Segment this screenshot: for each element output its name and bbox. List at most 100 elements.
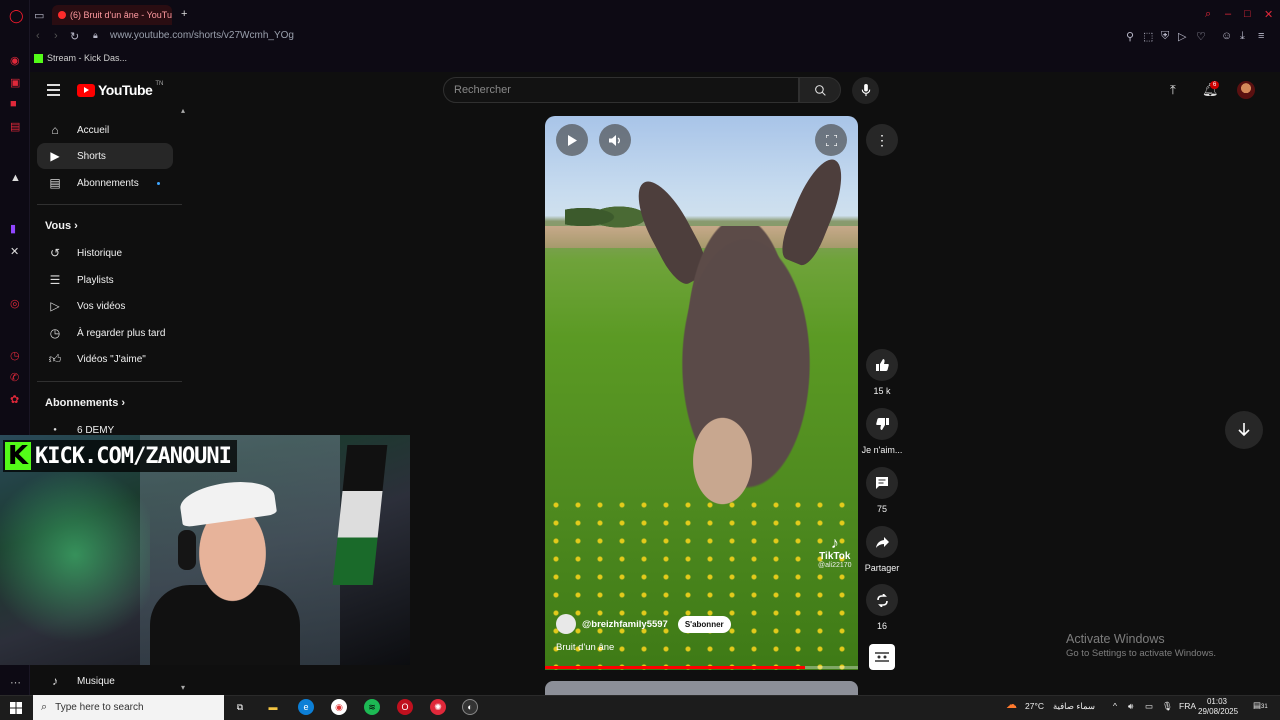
sidebar-item-label: Vidéos "J'aime": [77, 353, 146, 365]
close-icon[interactable]: ✕: [1264, 8, 1273, 21]
start-button[interactable]: [0, 695, 32, 720]
tiktok-watermark: ♪ TikTok @ali22170: [818, 535, 852, 570]
subscribe-button[interactable]: S'abonner: [677, 615, 731, 633]
app-icon[interactable]: ✺: [430, 699, 446, 715]
remix-icon: [876, 593, 888, 607]
sidebar-item-abonnements[interactable]: ▤ Abonnements: [37, 170, 173, 196]
minimize-icon[interactable]: –: [1225, 8, 1231, 20]
edge-icon[interactable]: e: [298, 699, 314, 715]
reload-icon[interactable]: ↻: [70, 30, 79, 43]
settings-icon[interactable]: ✿: [10, 393, 19, 406]
pin-icon[interactable]: ⚲: [1126, 30, 1134, 43]
sidebar-item-playlists[interactable]: ☰ Playlists: [37, 267, 173, 293]
twitch-icon[interactable]: ▮: [10, 222, 16, 235]
browser-tab[interactable]: (6) Bruit d'un âne - YouTu: [52, 5, 172, 25]
you-heading[interactable]: Vous ›: [45, 220, 78, 232]
tray-overflow-icon[interactable]: ^: [1113, 701, 1117, 711]
sidebar-item-musique[interactable]: ♪ Musique: [37, 668, 173, 694]
sidebar-app-icon[interactable]: ▣: [10, 76, 20, 89]
like-button[interactable]: [866, 349, 898, 381]
scroll-down-icon[interactable]: ▾: [181, 683, 185, 692]
search-button[interactable]: [799, 77, 841, 103]
comments-button[interactable]: [866, 467, 898, 499]
clock-time: 01:03: [1206, 697, 1228, 706]
youtube-favicon-icon: [58, 11, 66, 19]
x-icon[interactable]: ✕: [10, 245, 19, 258]
sidebar-item-watch-later[interactable]: ◷ À regarder plus tard: [37, 320, 173, 346]
avatar[interactable]: [1237, 81, 1255, 99]
play-button[interactable]: [556, 124, 588, 156]
channel-name[interactable]: @breizhfamily5597: [582, 619, 668, 630]
sidebar-item-accueil[interactable]: ⌂ Accueil: [37, 117, 173, 143]
bookmark-item[interactable]: Stream - Kick Das...: [34, 53, 127, 63]
sidebar-app-icon[interactable]: ✆: [10, 371, 19, 384]
language-indicator[interactable]: FRA: [1179, 701, 1196, 711]
speaker-icon[interactable]: 🔊︎: [1128, 701, 1133, 712]
maximize-icon[interactable]: □: [1244, 8, 1251, 20]
channel-avatar[interactable]: [556, 614, 576, 634]
sidebar-app-icon[interactable]: ◎: [10, 297, 20, 310]
task-view-icon[interactable]: ⧉: [232, 699, 248, 715]
comment-icon: [876, 477, 888, 489]
short-video-player[interactable]: [545, 116, 858, 670]
volume-button[interactable]: [599, 124, 631, 156]
sidebar-app-icon[interactable]: ▤: [10, 120, 20, 133]
progress-bar[interactable]: [545, 666, 858, 669]
chrome-icon[interactable]: ◉: [331, 699, 347, 715]
voice-search-button[interactable]: [852, 77, 879, 104]
taskbar-search-input[interactable]: ⌕ Type here to search: [33, 695, 224, 720]
subscriptions-heading[interactable]: Abonnements ›: [45, 397, 125, 409]
more-icon[interactable]: ⋯: [10, 676, 21, 689]
snapshot-icon[interactable]: ⬚: [1143, 30, 1153, 43]
heart-icon[interactable]: ♡: [1196, 30, 1206, 43]
microphone-icon[interactable]: 🎙︎: [1162, 701, 1173, 712]
network-icon[interactable]: ▭: [1145, 701, 1153, 712]
sidebar-app-icon[interactable]: ■: [10, 98, 17, 110]
search-tabs-icon[interactable]: ⌕: [1205, 8, 1211, 21]
spotify-icon[interactable]: ≋: [364, 699, 380, 715]
share-button[interactable]: [866, 526, 898, 558]
active-app-icon[interactable]: ◐: [462, 699, 478, 715]
sound-thumbnail[interactable]: [869, 644, 895, 670]
opera-gx-icon[interactable]: O: [397, 699, 413, 715]
more-options-button[interactable]: ⋮: [866, 124, 898, 156]
sidebar-item-label: Vos vidéos: [77, 300, 126, 312]
opera-logo-icon[interactable]: ◯: [9, 8, 24, 24]
new-tab-icon[interactable]: +: [181, 8, 187, 20]
history-sidebar-icon[interactable]: ◷: [10, 349, 20, 362]
sidebar-app-icon[interactable]: ▲: [10, 172, 21, 184]
mic-icon: [861, 84, 870, 97]
forward-icon[interactable]: ›: [54, 30, 58, 42]
hamburger-menu-icon[interactable]: [47, 84, 60, 96]
back-icon[interactable]: ‹: [36, 30, 40, 42]
weather-description[interactable]: سماء صافية: [1053, 701, 1095, 712]
youtube-logo[interactable]: YouTube TN: [77, 81, 163, 98]
clock[interactable]: 01:03 29/08/2025: [1198, 697, 1238, 717]
sidebar-item-liked-videos[interactable]: 👍︎ Vidéos "J'aime": [37, 346, 173, 372]
shield-icon[interactable]: ⛨: [1161, 30, 1169, 43]
notification-center-icon[interactable]: ▤31: [1253, 700, 1268, 711]
next-short-button[interactable]: [1225, 411, 1263, 449]
sidebar-item-vos-videos[interactable]: ▷ Vos vidéos: [37, 293, 173, 319]
dislike-button[interactable]: [866, 408, 898, 440]
audio-icon: [875, 652, 889, 662]
weather-temp[interactable]: 27°C: [1025, 701, 1044, 711]
scroll-up-icon[interactable]: ▴: [181, 106, 185, 115]
remix-button[interactable]: [866, 584, 898, 616]
profile-icon[interactable]: ☺: [1221, 30, 1232, 42]
file-explorer-icon[interactable]: ▬: [265, 699, 281, 715]
tab-menu-icon[interactable]: ▭: [34, 9, 44, 22]
upload-icon[interactable]: ⤒: [1170, 82, 1176, 98]
easy-setup-icon[interactable]: ≡: [1258, 30, 1264, 42]
sidebar-item-historique[interactable]: ↺ Historique: [37, 240, 173, 266]
sidebar-item-shorts[interactable]: ▶ Shorts: [37, 143, 173, 169]
address-bar[interactable]: www.youtube.com/shorts/v27Wcmh_YOg: [110, 30, 294, 41]
download-icon[interactable]: ⤓: [1240, 30, 1245, 43]
search-icon: [814, 84, 826, 96]
sidebar-app-icon[interactable]: ◉: [10, 54, 20, 67]
fullscreen-button[interactable]: [815, 124, 847, 156]
next-short-preview[interactable]: [545, 681, 858, 695]
search-input[interactable]: Rechercher: [443, 77, 799, 103]
short-title[interactable]: Bruit d'un âne: [556, 642, 614, 653]
player-icon[interactable]: ▷: [1178, 30, 1186, 43]
